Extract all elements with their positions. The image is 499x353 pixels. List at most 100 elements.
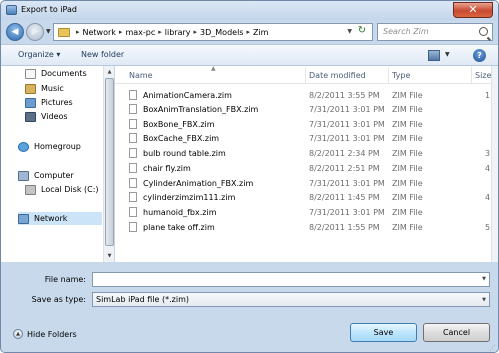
file-name-label: File name: (44, 275, 86, 284)
table-row[interactable]: chair fly.zim 8/2/2011 2:51 PM ZIM File … (125, 161, 491, 175)
pictures-icon (25, 97, 36, 108)
file-icon (129, 163, 137, 173)
file-name: humanoid_fbx.zim (143, 208, 217, 217)
file-name: BoxCache_FBX.zim (143, 134, 220, 143)
toolbar: Organize ▾ New folder ▼ ? (1, 44, 498, 66)
hide-folders-button[interactable]: Hide Folders (27, 330, 77, 339)
table-row[interactable]: bulb round table.zim 8/2/2011 2:34 PM ZI… (125, 146, 491, 160)
file-icon (129, 192, 137, 202)
app-icon (6, 5, 17, 15)
chevron-right-icon[interactable]: ▸ (194, 28, 198, 36)
file-size: 5 (485, 223, 491, 232)
export-dialog: Export to iPad ✕ ◀ ▶ ▼ ▸ Network ▸ max-p… (0, 0, 499, 353)
table-row[interactable]: BoxBone_FBX.zim 7/31/2011 3:01 PM ZIM Fi… (125, 117, 491, 131)
resize-grip-icon[interactable]: ⋰ (489, 344, 496, 352)
address-dropdown-icon[interactable]: ▼ (347, 28, 352, 35)
organize-button[interactable]: Organize ▾ (18, 50, 60, 59)
title-bar[interactable]: Export to iPad ✕ (1, 1, 498, 20)
table-row[interactable]: BoxCache_FBX.zim 7/31/2011 3:01 PM ZIM F… (125, 131, 491, 145)
table-row[interactable]: cylinderzimzim111.zim 8/2/2011 1:45 PM Z… (125, 190, 491, 204)
file-date: 7/31/2011 3:01 PM (309, 208, 385, 217)
breadcrumb-3d-models[interactable]: 3D_Models (200, 28, 243, 37)
views-icon[interactable] (428, 50, 440, 61)
scroll-up-icon[interactable]: ▲ (105, 67, 114, 77)
chevron-right-icon[interactable]: ▸ (76, 28, 80, 36)
nav-scrollbar-thumb[interactable] (105, 78, 114, 246)
videos-icon (25, 111, 36, 122)
save-button[interactable]: Save (350, 323, 417, 342)
scroll-down-icon[interactable]: ▼ (105, 251, 114, 261)
search-icon[interactable] (479, 27, 488, 36)
table-row[interactable]: BoxAnimTranslation_FBX.zim 7/31/2011 3:0… (125, 102, 491, 116)
nav-item-label: Network (34, 214, 68, 223)
column-divider[interactable] (471, 67, 472, 83)
file-name: chair fly.zim (143, 164, 191, 173)
save-type-select[interactable]: SimLab iPad file (*.zim) ▼ (92, 292, 490, 307)
breadcrumb-library[interactable]: library (165, 28, 191, 37)
close-button[interactable]: ✕ (453, 2, 493, 18)
address-row: ◀ ▶ ▼ ▸ Network ▸ max-pc ▸ library ▸ 3D_… (1, 20, 498, 44)
file-date: 8/2/2011 3:55 PM (309, 91, 380, 100)
chevron-up-icon[interactable]: ▲ (13, 329, 23, 339)
homegroup-icon (18, 141, 29, 152)
nav-scrollbar[interactable]: ▲ ▼ (103, 66, 114, 262)
save-type-label: Save as type: (31, 295, 86, 304)
chevron-right-icon[interactable]: ▸ (246, 28, 250, 36)
search-placeholder: Search Zim (383, 27, 429, 36)
file-icon (129, 119, 137, 129)
file-name: AnimationCamera.zim (143, 91, 232, 100)
file-list: Name ▲ Date modified Type Size Animation… (115, 66, 491, 262)
file-icon (129, 207, 137, 217)
table-row[interactable]: AnimationCamera.zim 8/2/2011 3:55 PM ZIM… (125, 88, 491, 102)
nav-item-label: Computer (34, 171, 74, 180)
column-date-modified[interactable]: Date modified (309, 71, 366, 80)
refresh-icon[interactable]: ↻ (355, 25, 369, 39)
file-date: 8/2/2011 2:34 PM (309, 149, 380, 158)
help-icon[interactable]: ? (473, 49, 486, 62)
table-row[interactable]: CylinderAnimation_FBX.zim 7/31/2011 3:01… (125, 176, 491, 190)
file-icon (129, 148, 137, 158)
column-name[interactable]: Name (129, 71, 153, 80)
address-bar[interactable]: ▸ Network ▸ max-pc ▸ library ▸ 3D_Models… (53, 23, 373, 41)
search-box[interactable]: Search Zim (377, 23, 493, 41)
file-list-scrollbar[interactable] (491, 66, 498, 262)
file-name-input[interactable]: ▼ (92, 272, 490, 287)
file-name: BoxBone_FBX.zim (143, 120, 215, 129)
table-row[interactable]: humanoid_fbx.zim 7/31/2011 3:01 PM ZIM F… (125, 205, 491, 219)
column-header: Name ▲ Date modified Type Size (115, 66, 491, 84)
file-name: bulb round table.zim (143, 149, 226, 158)
breadcrumb-max-pc[interactable]: max-pc (125, 28, 155, 37)
nav-item-network[interactable]: Network (18, 212, 102, 225)
chevron-down-icon[interactable]: ▼ (482, 276, 486, 282)
column-divider[interactable] (305, 67, 306, 83)
chevron-down-icon[interactable]: ▼ (482, 297, 486, 303)
views-dropdown-icon[interactable]: ▼ (445, 51, 450, 58)
file-size: 1 (485, 91, 491, 100)
computer-icon (18, 170, 29, 181)
navigation-pane: Documents Music Pictures Videos Homegrou… (1, 66, 115, 262)
chevron-right-icon[interactable]: ▸ (119, 28, 123, 36)
file-type: ZIM File (392, 134, 423, 143)
file-icon (129, 90, 137, 100)
back-button[interactable]: ◀ (6, 23, 24, 41)
column-type[interactable]: Type (392, 71, 410, 80)
nav-item-label: Videos (41, 112, 68, 121)
save-form: File name: ▼ Save as type: SimLab iPad f… (1, 262, 498, 320)
recent-pages-dropdown[interactable]: ▼ (46, 28, 51, 35)
breadcrumb-network[interactable]: Network (83, 28, 116, 37)
nav-item-label: Local Disk (C:) (41, 185, 99, 194)
breadcrumb-zim[interactable]: Zim (253, 28, 269, 37)
file-icon (129, 178, 137, 188)
file-type: ZIM File (392, 91, 423, 100)
chevron-right-icon[interactable]: ▸ (158, 28, 162, 36)
table-row[interactable]: plane take off.zim 8/2/2011 1:55 PM ZIM … (125, 220, 491, 234)
nav-item-label: Music (41, 84, 64, 93)
column-divider[interactable] (388, 67, 389, 83)
file-icon (129, 222, 137, 232)
column-size[interactable]: Size (475, 71, 491, 80)
file-type: ZIM File (392, 193, 423, 202)
forward-button[interactable]: ▶ (26, 23, 44, 41)
file-type: ZIM File (392, 208, 423, 217)
new-folder-button[interactable]: New folder (81, 50, 124, 59)
cancel-button[interactable]: Cancel (423, 323, 490, 342)
